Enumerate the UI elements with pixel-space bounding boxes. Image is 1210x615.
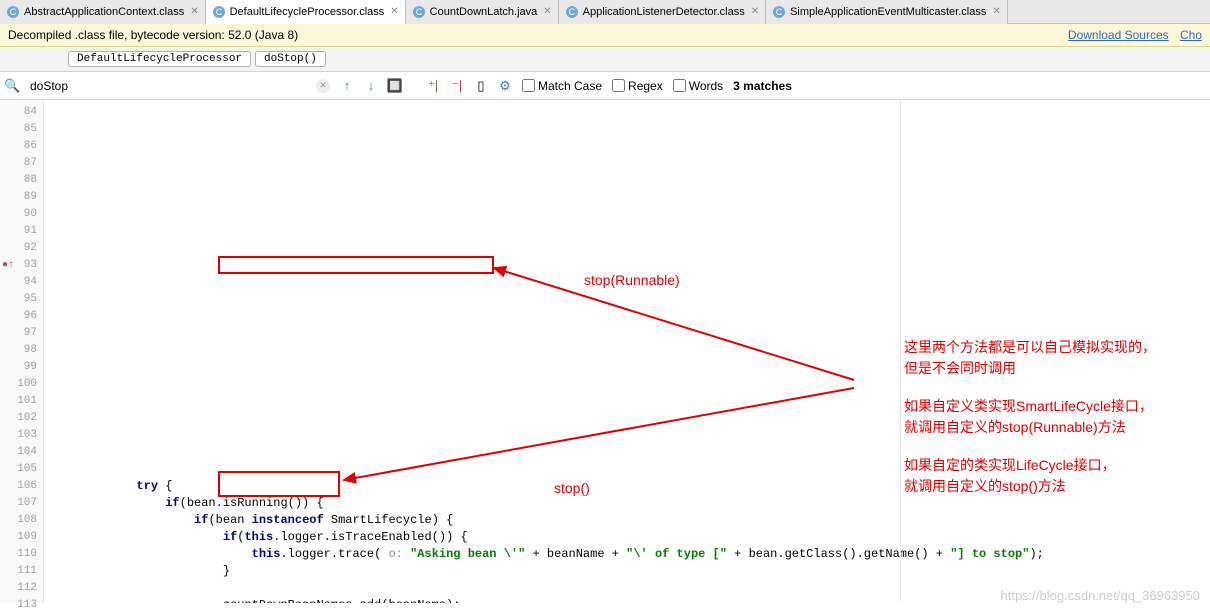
add-selection-icon[interactable]: ⁺| xyxy=(424,77,442,95)
annotation-side-3: 如果自定的类实现LifeCycle接口，就调用自定义的stop()方法 xyxy=(904,455,1194,497)
svg-text:C: C xyxy=(568,7,575,17)
match-count: 3 matches xyxy=(733,79,792,93)
watermark: https://blog.csdn.net/qq_36963950 xyxy=(1001,588,1201,603)
select-all-icon[interactable]: ▯ xyxy=(472,77,490,95)
annotation-stop-runnable: stop(Runnable) xyxy=(584,272,680,289)
tab-simple-application-event-multicaster[interactable]: C SimpleApplicationEventMulticaster.clas… xyxy=(766,0,1008,24)
tab-label: ApplicationListenerDetector.class xyxy=(583,6,745,18)
banner-actions: Download Sources Cho xyxy=(1060,28,1202,42)
tab-label: DefaultLifecycleProcessor.class xyxy=(230,6,385,18)
regex-checkbox[interactable] xyxy=(612,79,625,92)
breadcrumb-class[interactable]: DefaultLifecycleProcessor xyxy=(68,51,251,67)
class-icon: C xyxy=(772,5,786,19)
words-option[interactable]: Words xyxy=(673,79,723,93)
tab-application-listener-detector[interactable]: C ApplicationListenerDetector.class ✕ xyxy=(559,0,766,24)
find-all-icon[interactable]: 🔲 xyxy=(386,77,404,95)
search-options: Match Case Regex Words 3 matches xyxy=(522,79,792,93)
close-icon[interactable]: ✕ xyxy=(751,6,759,17)
code-area[interactable]: stop(Runnable) stop() 这里两个方法都是可以自己模拟实现的，… xyxy=(44,100,1210,603)
highlight-box-stop-runnable xyxy=(218,256,494,274)
tab-label: CountDownLatch.java xyxy=(430,6,538,18)
annotation-side-1: 这里两个方法都是可以自己模拟实现的，但是不会同时调用 xyxy=(904,337,1194,379)
prev-match-icon[interactable]: ↑ xyxy=(338,77,356,95)
class-icon: C xyxy=(565,5,579,19)
banner-text: Decompiled .class file, bytecode version… xyxy=(8,28,298,42)
download-sources-link[interactable]: Download Sources xyxy=(1068,28,1169,42)
close-icon[interactable]: ✕ xyxy=(992,6,1000,17)
svg-text:C: C xyxy=(10,7,17,17)
tab-label: SimpleApplicationEventMulticaster.class xyxy=(790,6,986,18)
regex-option[interactable]: Regex xyxy=(612,79,663,93)
close-icon[interactable]: ✕ xyxy=(390,6,398,17)
editor-tabs: C AbstractApplicationContext.class ✕ C D… xyxy=(0,0,1210,24)
svg-text:C: C xyxy=(215,7,222,17)
close-icon[interactable]: ✕ xyxy=(190,6,198,17)
tab-default-lifecycle-processor[interactable]: C DefaultLifecycleProcessor.class ✕ xyxy=(206,0,406,24)
search-nav: ↑ ↓ 🔲 ⁺| ⁻| ▯ ⚙ xyxy=(338,77,514,95)
tab-label: AbstractApplicationContext.class xyxy=(24,6,184,18)
line-gutter: 848586878889909192●↑93949596979899100101… xyxy=(0,100,44,603)
breadcrumb-method[interactable]: doStop() xyxy=(255,51,326,67)
clear-search-icon[interactable]: ✕ xyxy=(316,79,330,93)
annotation-stop: stop() xyxy=(554,480,590,497)
settings-icon[interactable]: ⚙ xyxy=(496,77,514,95)
choose-sources-link[interactable]: Cho xyxy=(1180,28,1202,42)
breadcrumb-bar: DefaultLifecycleProcessor doStop() xyxy=(0,47,1210,72)
remove-selection-icon[interactable]: ⁻| xyxy=(448,77,466,95)
tab-abstract-application-context[interactable]: C AbstractApplicationContext.class ✕ xyxy=(0,0,206,24)
decompiled-banner: Decompiled .class file, bytecode version… xyxy=(0,24,1210,47)
class-icon: C xyxy=(412,5,426,19)
class-icon: C xyxy=(6,5,20,19)
svg-text:C: C xyxy=(776,7,783,17)
close-icon[interactable]: ✕ xyxy=(543,6,551,17)
match-case-option[interactable]: Match Case xyxy=(522,79,602,93)
svg-text:C: C xyxy=(415,7,422,17)
code-editor[interactable]: 848586878889909192●↑93949596979899100101… xyxy=(0,100,1210,603)
words-checkbox[interactable] xyxy=(673,79,686,92)
right-margin-line xyxy=(900,100,901,603)
match-case-checkbox[interactable] xyxy=(522,79,535,92)
search-icon: 🔍 xyxy=(4,78,20,94)
class-icon: C xyxy=(212,5,226,19)
tab-countdown-latch[interactable]: C CountDownLatch.java ✕ xyxy=(406,0,559,24)
next-match-icon[interactable]: ↓ xyxy=(362,77,380,95)
search-input[interactable] xyxy=(28,77,308,95)
annotation-side-2: 如果自定义类实现SmartLifeCycle接口，就调用自定义的stop(Run… xyxy=(904,396,1194,438)
find-bar: 🔍 ✕ ↑ ↓ 🔲 ⁺| ⁻| ▯ ⚙ Match Case Regex Wor… xyxy=(0,72,1210,100)
